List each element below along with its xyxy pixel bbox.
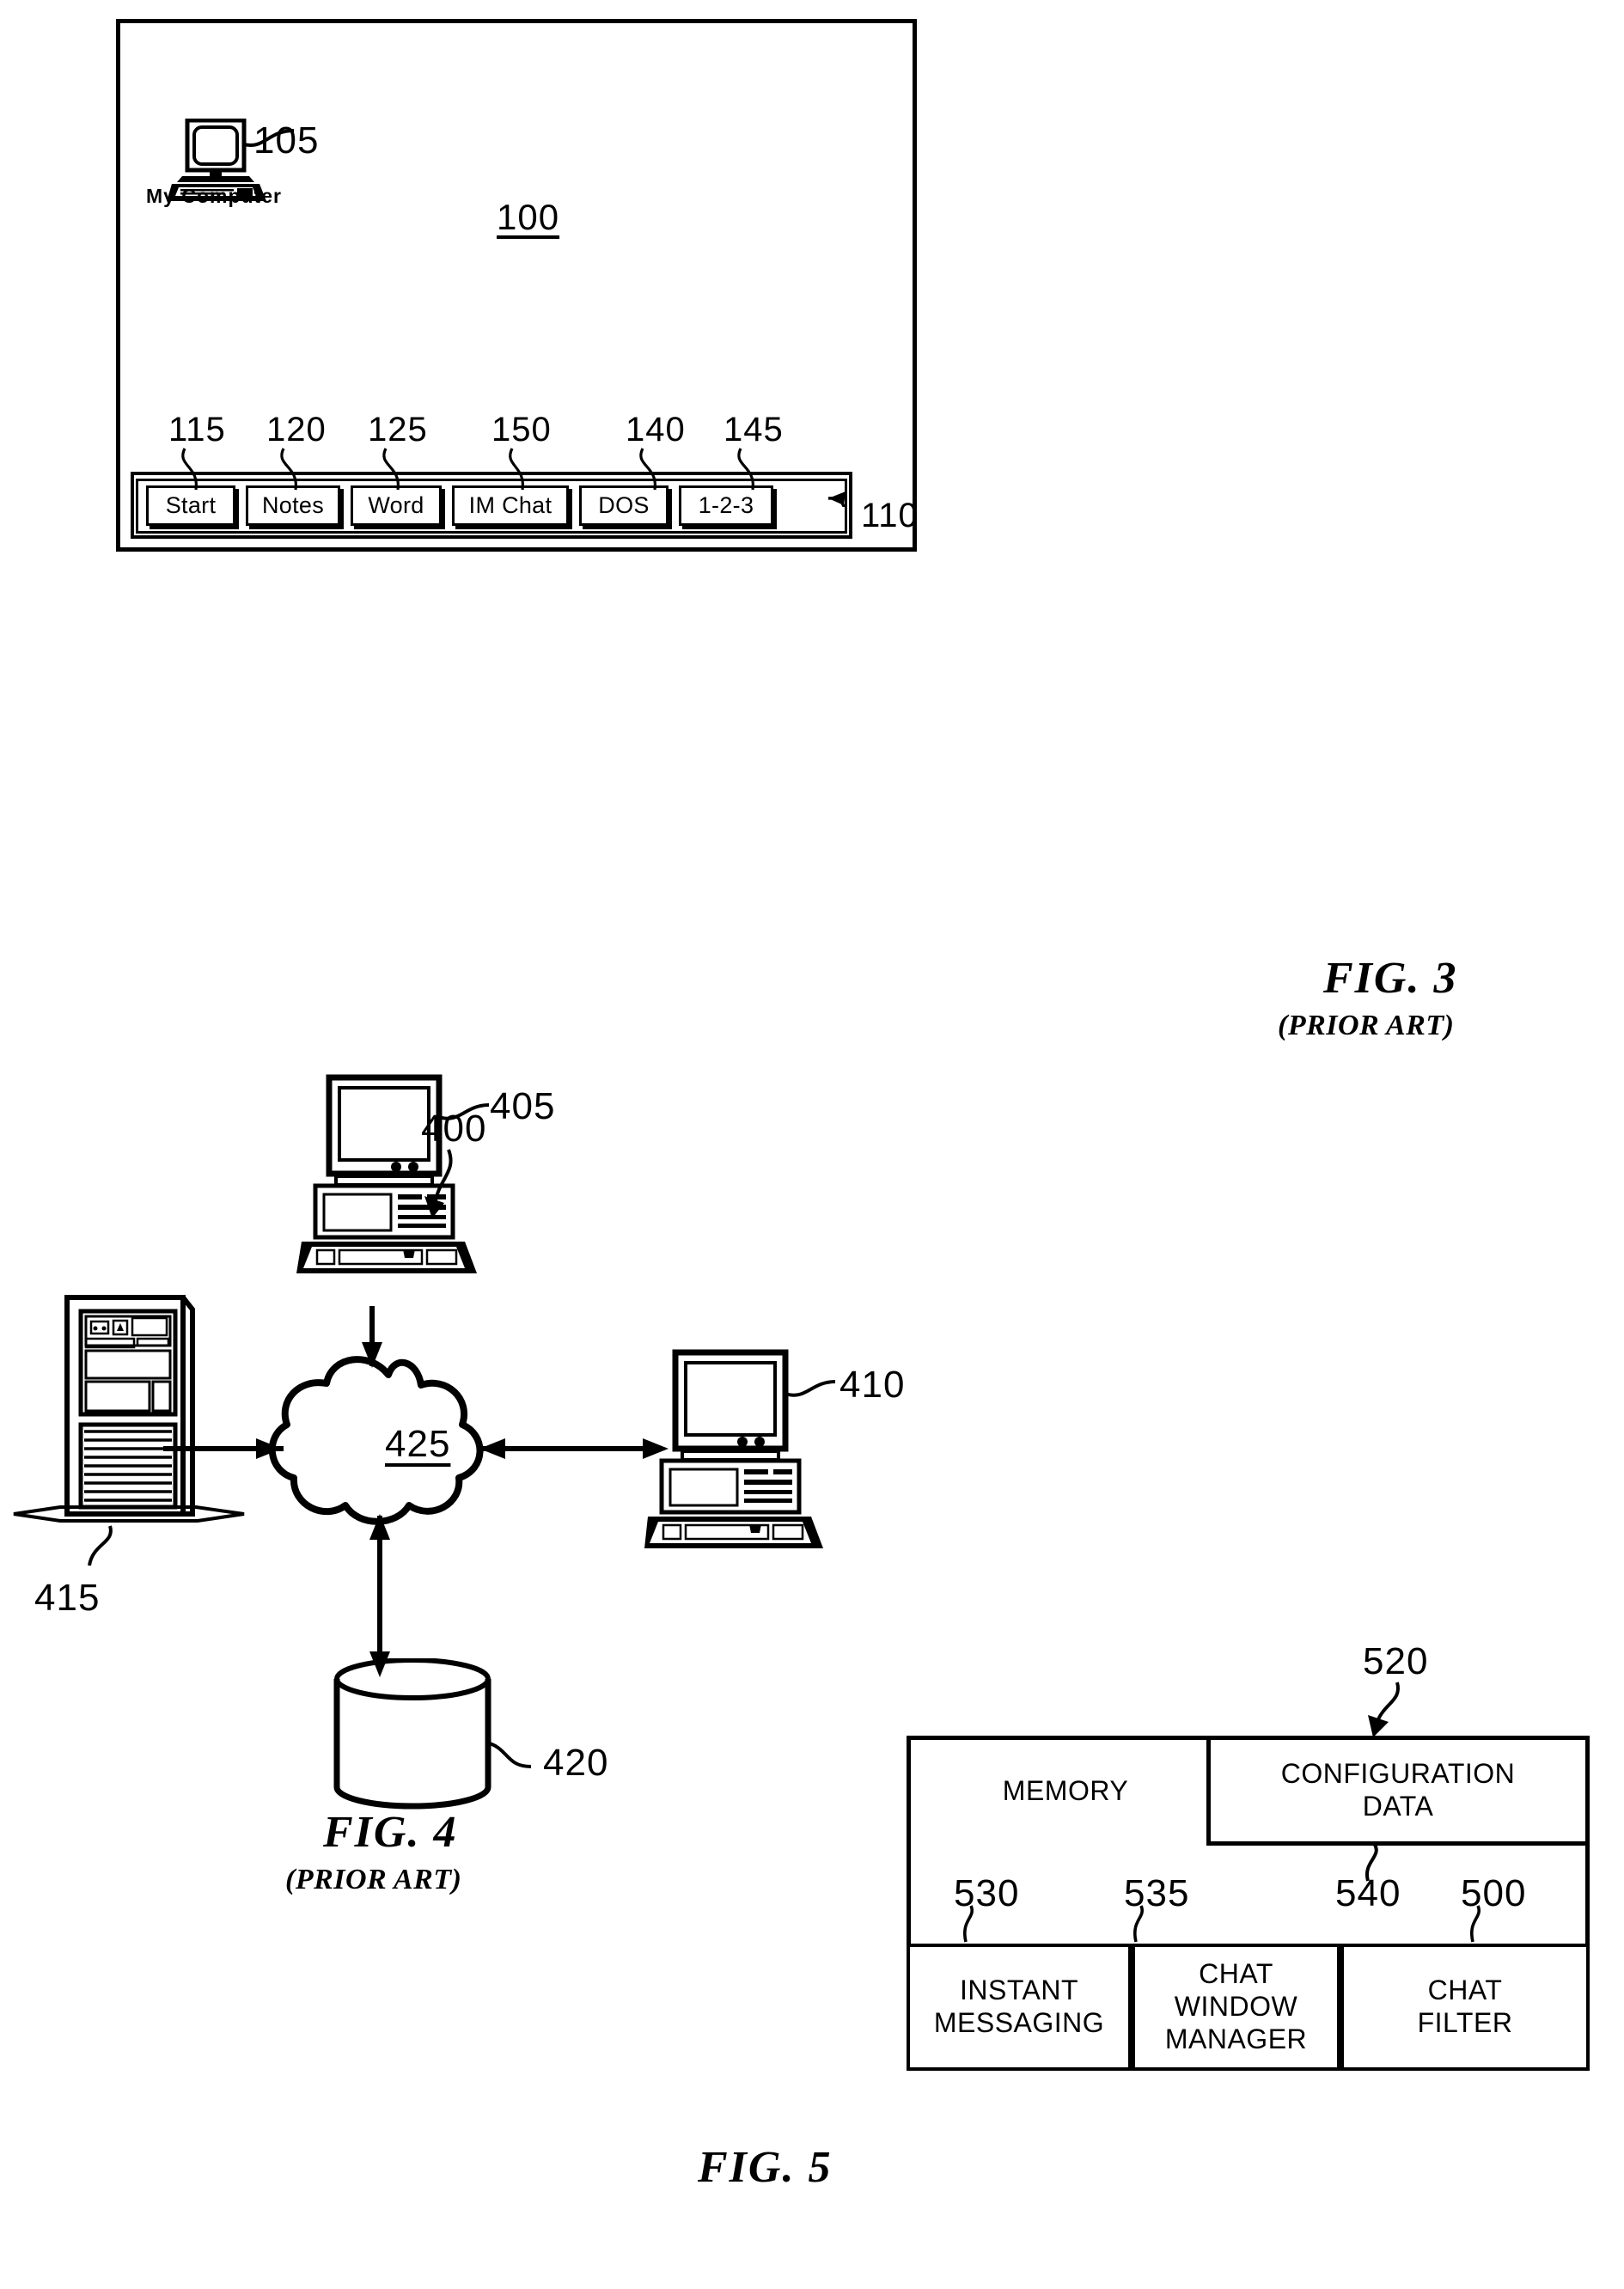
fig5-module-line3: MANAGER bbox=[1164, 2023, 1308, 2054]
fig3-subcaption: (PRIOR ART) bbox=[1278, 1010, 1455, 1041]
fig5-module-line1: CHAT bbox=[1427, 1975, 1503, 2006]
fig5-module-line1: INSTANT bbox=[959, 1975, 1078, 2006]
fig5-module-instant-messaging: INSTANT MESSAGING bbox=[907, 1944, 1132, 2071]
ref-410: 410 bbox=[839, 1364, 906, 1406]
fig4-network-cloud-group bbox=[163, 1306, 669, 1677]
ref-415: 415 bbox=[34, 1577, 101, 1619]
fig3-screen-ref-100: 100 bbox=[497, 197, 560, 237]
fig4-system-arrow bbox=[424, 1149, 453, 1218]
fig3-leader-lines bbox=[181, 448, 846, 507]
fig5-module-chat-filter: CHAT FILTER bbox=[1340, 1944, 1590, 2071]
ref-420: 420 bbox=[543, 1742, 609, 1784]
fig5-caption: FIG. 5 bbox=[698, 2143, 833, 2192]
fig5-540-leader bbox=[1365, 1844, 1378, 1882]
fig4-caption: FIG. 4 bbox=[323, 1808, 458, 1857]
fig5-config-line2: DATA bbox=[1362, 1791, 1434, 1822]
fig5-memory-label: MEMORY bbox=[1002, 1775, 1129, 1806]
fig5-module-chat-window-manager: CHAT WINDOW MANAGER bbox=[1132, 1944, 1340, 2071]
fig5-config-line1: CONFIGURATION bbox=[1280, 1758, 1516, 1790]
fig5-module-line2: FILTER bbox=[1417, 2007, 1513, 2038]
fig5-module-line2: WINDOW bbox=[1174, 1991, 1298, 2023]
ref-425: 425 bbox=[385, 1423, 451, 1465]
fig5-520-leader bbox=[1368, 1682, 1401, 1737]
ref-520: 520 bbox=[1363, 1640, 1429, 1682]
fig5-module-line1: CHAT bbox=[1199, 1958, 1273, 1990]
fig3-caption: FIG. 3 bbox=[1323, 954, 1458, 1003]
ref-405: 405 bbox=[490, 1085, 556, 1127]
ref-105: 105 bbox=[253, 119, 320, 162]
my-computer-label: My Computer bbox=[146, 185, 282, 207]
fig5-module-line2: MESSAGING bbox=[933, 2007, 1105, 2038]
fig4-subcaption: (PRIOR ART) bbox=[285, 1864, 462, 1895]
